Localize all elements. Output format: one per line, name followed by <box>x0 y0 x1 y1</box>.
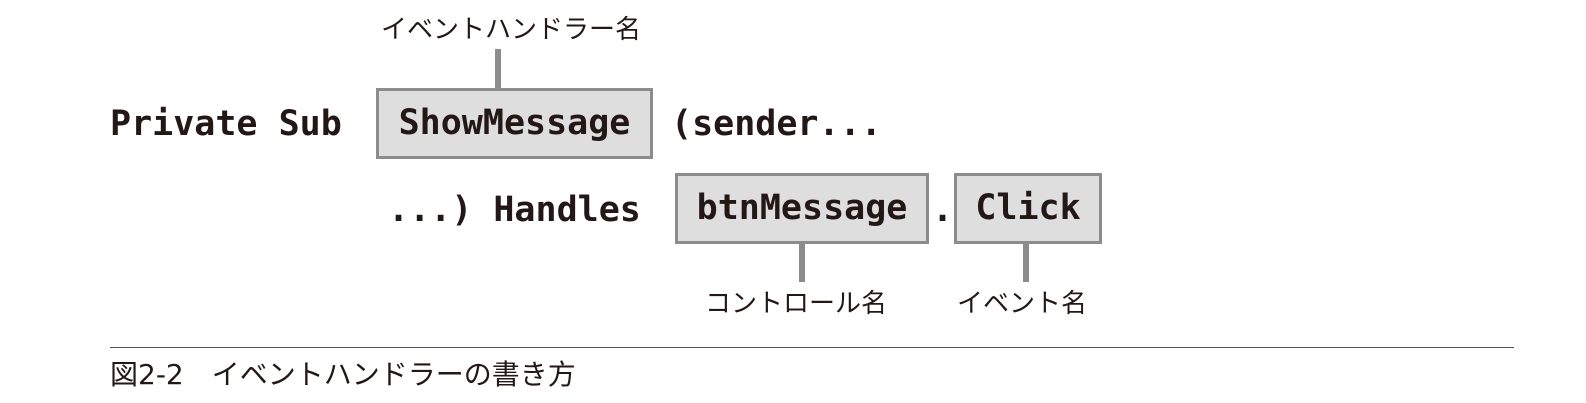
control-name-connector <box>799 244 805 282</box>
handler-name-box: ShowMessage <box>376 88 653 159</box>
event-name-box: Click <box>954 173 1102 244</box>
line2-prefix: ...) Handles <box>388 190 641 230</box>
line1-suffix: (sender... <box>671 104 882 144</box>
handler-name-text: ShowMessage <box>398 103 631 143</box>
figure-caption: 図2-2 イベントハンドラーの書き方 <box>110 361 576 389</box>
control-name-text: btnMessage <box>696 188 908 228</box>
event-name-label: イベント名 <box>957 289 1088 319</box>
caption-divider <box>110 347 1514 348</box>
member-separator: . <box>932 190 954 230</box>
control-name-box: btnMessage <box>675 173 929 244</box>
event-name-connector <box>1023 244 1029 282</box>
figure-caption-text: イベントハンドラーの書き方 <box>211 358 576 391</box>
event-name-text: Click <box>975 188 1081 228</box>
control-name-label: コントロール名 <box>705 289 888 319</box>
figure-number: 図2-2 <box>110 358 184 391</box>
line1-prefix: Private Sub <box>110 104 342 144</box>
handler-name-label: イベントハンドラー名 <box>381 15 642 45</box>
handler-name-connector <box>495 49 501 89</box>
